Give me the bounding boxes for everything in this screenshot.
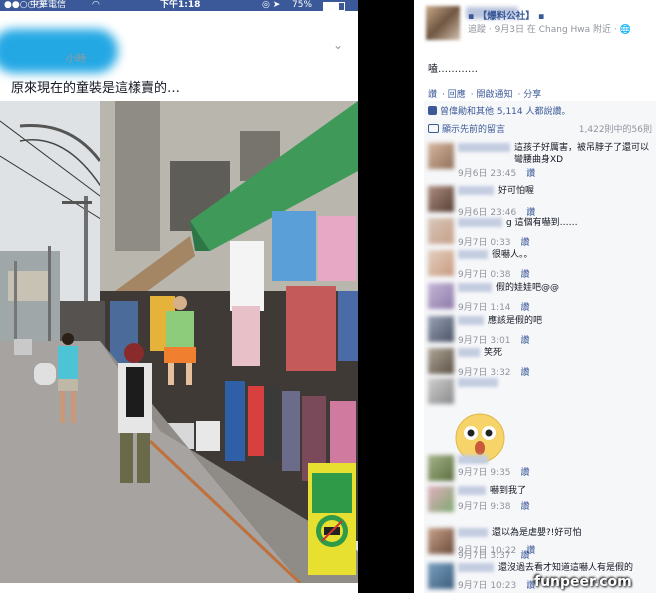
share-action[interactable]: 分享 <box>523 90 541 100</box>
like-action[interactable]: 讚 <box>428 90 437 100</box>
post-timestamp: 追蹤 · 9月3日 在 Chang Hwa 附近 · 🌐 <box>468 25 631 35</box>
commenter-avatar[interactable] <box>428 250 454 276</box>
comment-item: g 這個有嚇到…… 9月7日 0:33 讚 <box>428 216 654 248</box>
commenter-avatar[interactable] <box>428 563 454 589</box>
comment-section: 曾偉勛和其他 5,114 人都說讚。 顯示先前的留言 1,422則中的56則 這… <box>424 101 656 593</box>
rotation-lock-icon: ◎ ➤ <box>262 0 281 10</box>
comment-text: 還以為是虐嬰?!好可怕 <box>492 528 582 538</box>
commenter-avatar[interactable] <box>428 143 454 169</box>
comment-like-link[interactable]: 讚 <box>521 303 530 313</box>
comment-text: 這孩子好厲害，被吊脖子了還可以彎腰曲身XD <box>514 143 650 165</box>
post-text: 原來現在的童裝是這樣賣的… <box>11 81 181 96</box>
comment-text: 笑死 <box>484 348 503 358</box>
battery-icon <box>323 2 345 11</box>
comment-item: 這孩子好厲害，被吊脖子了還可以彎腰曲身XD 9月6日 23:45 讚 <box>428 141 654 179</box>
comments-panel: ▪ 【爆料公社】 ▪ 追蹤 · 9月3日 在 Chang Hwa 附近 · 🌐 … <box>414 0 660 593</box>
carrier-label: 中華電信 <box>30 0 67 10</box>
page-avatar[interactable] <box>426 6 460 40</box>
commenter-avatar[interactable] <box>428 486 454 512</box>
comment-item: 笑死 9月7日 3:32 讚 <box>428 346 654 378</box>
commenter-avatar[interactable] <box>428 378 454 404</box>
comment-action[interactable]: 回應 <box>448 90 466 100</box>
chevron-down-icon[interactable]: ⌄ <box>333 38 343 52</box>
commenter-avatar[interactable] <box>428 316 454 342</box>
comment-timestamp: 9月6日 23:45 讚 <box>458 169 536 179</box>
comment-timestamp: 9月7日 10:22 讚 <box>458 546 536 556</box>
comment-item: 還以為是虐嬰?!好可怕 9月7日 10:22 讚 <box>428 526 654 556</box>
commenter-avatar[interactable] <box>428 528 454 554</box>
clock: 下午1:18 <box>160 0 201 10</box>
comment-like-link[interactable]: 讚 <box>521 502 530 512</box>
comment-timestamp: 9月7日 3:01 讚 <box>458 336 530 346</box>
comment-text: g 這個有嚇到…… <box>506 218 578 228</box>
notify-action[interactable]: 開啟通知 <box>477 90 513 100</box>
divider-strip <box>358 0 414 593</box>
status-bar: ●●○○○ 中華電信 ◠ 下午1:18 ◎ ➤ 75% <box>0 0 358 11</box>
comment-text: 好可怕喔 <box>498 186 535 196</box>
blurred-author <box>0 29 118 73</box>
post-header: 小時 · ⌄ <box>0 11 358 73</box>
comment-timestamp: 9月7日 10:23 讚 <box>458 581 536 591</box>
comment-item: 很嚇人。。 9月7日 0:38 讚 <box>428 248 654 280</box>
battery-percent: 75% <box>292 0 313 10</box>
comment-like-link[interactable]: 讚 <box>526 546 535 556</box>
comment-like-link[interactable]: 讚 <box>521 468 530 478</box>
post-photo[interactable] <box>0 101 358 583</box>
post-actions: 讚 · 回應 · 開啟通知 · 分享 <box>428 90 542 100</box>
phone-screenshot: ●●○○○ 中華電信 ◠ 下午1:18 ◎ ➤ 75% 小時 · ⌄ 原來現在的… <box>0 0 358 593</box>
comment-item: 假的娃娃吧@@ 9月7日 1:14 讚 <box>428 281 654 313</box>
street-market-photo <box>0 101 358 583</box>
commenter-avatar[interactable] <box>428 455 454 481</box>
commenter-avatar[interactable] <box>428 186 454 212</box>
wifi-icon: ◠ <box>92 0 100 10</box>
likes-summary: 曾偉勛和其他 5,114 人都說讚。 <box>428 104 571 117</box>
comment-item: 應該是假的吧 9月7日 3:01 讚 <box>428 314 654 346</box>
comment-text: 還沒過去看才知道這嚇人有是假的 <box>498 563 634 573</box>
comment-like-link[interactable]: 讚 <box>521 336 530 346</box>
post-meta: 小時 · <box>66 54 93 65</box>
comment-item: 好可怕喔 9月6日 23:46 讚 <box>428 184 654 218</box>
comment-timestamp: 9月7日 9:35 讚 <box>458 468 530 478</box>
comment-timestamp: 9月7日 9:38 讚 <box>458 502 530 512</box>
commenter-avatar[interactable] <box>428 283 454 309</box>
page-name-link[interactable]: ▪ 【爆料公社】 ▪ <box>468 8 545 22</box>
comment-timestamp: 9月7日 0:38 讚 <box>458 270 530 280</box>
comment-like-link[interactable]: 讚 <box>526 169 535 179</box>
comment-timestamp: 9月7日 0:33 讚 <box>458 238 530 248</box>
comment-text: 應該是假的吧 <box>488 316 543 326</box>
likes-text[interactable]: 曾偉勛和其他 5,114 人都說讚。 <box>440 107 571 117</box>
commenter-avatar[interactable] <box>428 348 454 374</box>
watermark: funpeer.com <box>534 574 632 590</box>
previous-comments-row: 顯示先前的留言 1,422則中的56則 <box>428 122 652 135</box>
comment-timestamp: 9月7日 1:14 讚 <box>458 303 530 313</box>
comment-item: 嚇到我了 9月7日 9:38 讚 <box>428 484 654 514</box>
comment-item: 9月7日 9:35 讚 <box>428 453 654 483</box>
commenter-avatar[interactable] <box>428 218 454 244</box>
comment-like-link[interactable]: 讚 <box>521 238 530 248</box>
comment-text: 假的娃娃吧@@ <box>496 283 560 293</box>
comment-text: 嚇到我了 <box>490 486 527 496</box>
like-icon <box>428 106 437 115</box>
comment-like-link[interactable]: 讚 <box>521 270 530 280</box>
comment-count: 1,422則中的56則 <box>578 125 652 135</box>
comment-icon <box>428 124 439 133</box>
post-content: 嗑………… <box>428 64 478 75</box>
previous-comments-link[interactable]: 顯示先前的留言 <box>442 125 505 135</box>
blurred-commenter-name <box>458 378 498 387</box>
comment-text: 很嚇人。。 <box>492 250 533 260</box>
blurred-commenter-name <box>458 455 488 464</box>
